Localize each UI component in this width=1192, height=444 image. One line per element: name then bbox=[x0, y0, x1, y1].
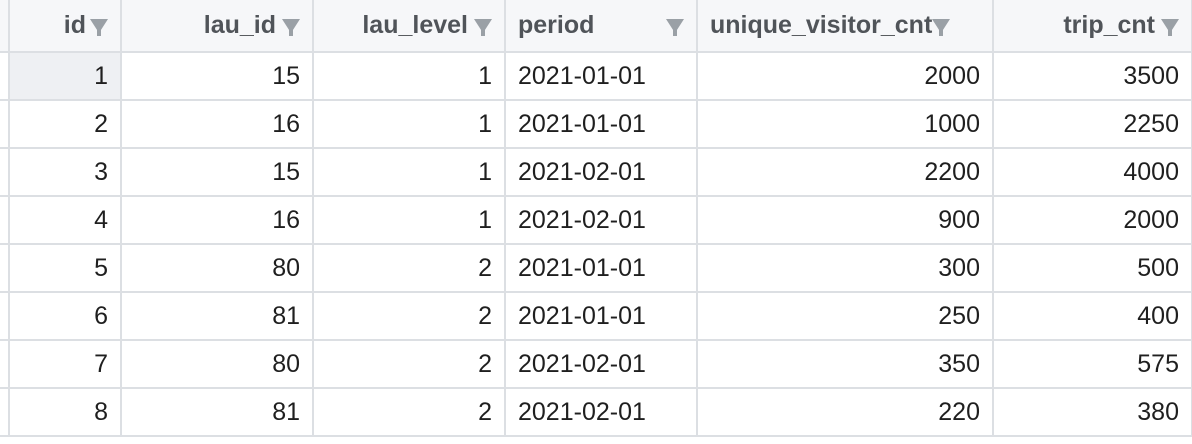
row-gutter[interactable] bbox=[0, 51, 10, 101]
filter-funnel-icon[interactable] bbox=[282, 18, 300, 36]
cell-trip-cnt[interactable]: 500 bbox=[992, 243, 1192, 293]
column-label-unique-visitor-cnt: unique_visitor_cnt bbox=[710, 11, 933, 39]
cell-lau-level[interactable]: 2 bbox=[312, 291, 506, 341]
cell-id[interactable]: 2 bbox=[8, 99, 122, 149]
column-label-trip-cnt: trip_cnt bbox=[1063, 11, 1155, 39]
cell-trip-cnt[interactable]: 4000 bbox=[992, 147, 1192, 197]
cell-unique-visitor-cnt[interactable]: 250 bbox=[696, 291, 994, 341]
cell-period[interactable]: 2021-01-01 bbox=[504, 99, 698, 149]
filter-funnel-icon[interactable] bbox=[1161, 18, 1179, 36]
cell-trip-cnt[interactable]: 380 bbox=[992, 387, 1192, 437]
cell-unique-visitor-cnt[interactable]: 1000 bbox=[696, 99, 994, 149]
cell-period[interactable]: 2021-01-01 bbox=[504, 243, 698, 293]
table-row[interactable]: 4 16 1 2021-02-01 900 2000 bbox=[0, 195, 1192, 245]
row-gutter[interactable] bbox=[0, 99, 10, 149]
cell-lau-id[interactable]: 81 bbox=[120, 291, 314, 341]
table-body: 1 15 1 2021-01-01 2000 3500 2 16 1 2021-… bbox=[0, 51, 1192, 437]
filter-funnel-icon[interactable] bbox=[932, 18, 951, 36]
column-header-lau-id[interactable]: lau_id bbox=[120, 0, 314, 53]
table-row[interactable]: 3 15 1 2021-02-01 2200 4000 bbox=[0, 147, 1192, 197]
column-label-period: period bbox=[518, 11, 595, 39]
cell-lau-level[interactable]: 2 bbox=[312, 387, 506, 437]
cell-lau-id[interactable]: 81 bbox=[120, 387, 314, 437]
column-header-period[interactable]: period bbox=[504, 0, 698, 53]
cell-unique-visitor-cnt[interactable]: 900 bbox=[696, 195, 994, 245]
cell-period[interactable]: 2021-02-01 bbox=[504, 339, 698, 389]
cell-unique-visitor-cnt[interactable]: 350 bbox=[696, 339, 994, 389]
cell-lau-level[interactable]: 1 bbox=[312, 147, 506, 197]
cell-trip-cnt[interactable]: 575 bbox=[992, 339, 1192, 389]
cell-trip-cnt[interactable]: 400 bbox=[992, 291, 1192, 341]
cell-id[interactable]: 7 bbox=[8, 339, 122, 389]
column-header-trip-cnt[interactable]: trip_cnt bbox=[992, 0, 1192, 53]
cell-lau-id[interactable]: 16 bbox=[120, 99, 314, 149]
cell-unique-visitor-cnt[interactable]: 2200 bbox=[696, 147, 994, 197]
data-grid: id lau_id lau_level period unique_visito… bbox=[0, 0, 1192, 444]
cell-id[interactable]: 3 bbox=[8, 147, 122, 197]
cell-lau-id[interactable]: 16 bbox=[120, 195, 314, 245]
column-label-id: id bbox=[63, 11, 86, 39]
table-row[interactable]: 1 15 1 2021-01-01 2000 3500 bbox=[0, 51, 1192, 101]
filter-funnel-icon[interactable] bbox=[474, 18, 492, 36]
row-gutter[interactable] bbox=[0, 147, 10, 197]
column-label-lau-level: lau_level bbox=[362, 11, 468, 39]
cell-lau-level[interactable]: 1 bbox=[312, 99, 506, 149]
table-row[interactable]: 8 81 2 2021-02-01 220 380 bbox=[0, 387, 1192, 437]
cell-id[interactable]: 6 bbox=[8, 291, 122, 341]
cell-lau-id[interactable]: 80 bbox=[120, 243, 314, 293]
cell-trip-cnt[interactable]: 2250 bbox=[992, 99, 1192, 149]
cell-lau-id[interactable]: 80 bbox=[120, 339, 314, 389]
cell-trip-cnt[interactable]: 2000 bbox=[992, 195, 1192, 245]
cell-id[interactable]: 5 bbox=[8, 243, 122, 293]
row-gutter[interactable] bbox=[0, 387, 10, 437]
cell-unique-visitor-cnt[interactable]: 2000 bbox=[696, 51, 994, 101]
column-header-lau-level[interactable]: lau_level bbox=[312, 0, 506, 53]
row-gutter[interactable] bbox=[0, 339, 10, 389]
cell-period[interactable]: 2021-02-01 bbox=[504, 387, 698, 437]
table-row[interactable]: 2 16 1 2021-01-01 1000 2250 bbox=[0, 99, 1192, 149]
cell-period[interactable]: 2021-01-01 bbox=[504, 291, 698, 341]
table-row[interactable]: 5 80 2 2021-01-01 300 500 bbox=[0, 243, 1192, 293]
row-gutter-header bbox=[0, 0, 10, 53]
header-row: id lau_id lau_level period unique_visito… bbox=[0, 0, 1192, 53]
column-header-unique-visitor-cnt[interactable]: unique_visitor_cnt bbox=[696, 0, 994, 53]
results-table: id lau_id lau_level period unique_visito… bbox=[0, 0, 1192, 437]
table-row[interactable]: 6 81 2 2021-01-01 250 400 bbox=[0, 291, 1192, 341]
cell-lau-level[interactable]: 2 bbox=[312, 339, 506, 389]
cell-id[interactable]: 8 bbox=[8, 387, 122, 437]
cell-unique-visitor-cnt[interactable]: 220 bbox=[696, 387, 994, 437]
cell-period[interactable]: 2021-01-01 bbox=[504, 51, 698, 101]
table-row[interactable]: 7 80 2 2021-02-01 350 575 bbox=[0, 339, 1192, 389]
cell-id[interactable]: 1 bbox=[8, 51, 122, 101]
cell-trip-cnt[interactable]: 3500 bbox=[992, 51, 1192, 101]
cell-lau-id[interactable]: 15 bbox=[120, 147, 314, 197]
cell-id[interactable]: 4 bbox=[8, 195, 122, 245]
row-gutter[interactable] bbox=[0, 243, 10, 293]
cell-lau-id[interactable]: 15 bbox=[120, 51, 314, 101]
cell-lau-level[interactable]: 1 bbox=[312, 51, 506, 101]
column-header-id[interactable]: id bbox=[8, 0, 122, 53]
cell-lau-level[interactable]: 1 bbox=[312, 195, 506, 245]
column-label-lau-id: lau_id bbox=[203, 11, 276, 39]
filter-funnel-icon[interactable] bbox=[90, 18, 108, 36]
cell-lau-level[interactable]: 2 bbox=[312, 243, 506, 293]
cell-unique-visitor-cnt[interactable]: 300 bbox=[696, 243, 994, 293]
cell-period[interactable]: 2021-02-01 bbox=[504, 147, 698, 197]
row-gutter[interactable] bbox=[0, 291, 10, 341]
filter-funnel-icon[interactable] bbox=[666, 18, 684, 36]
row-gutter[interactable] bbox=[0, 195, 10, 245]
cell-period[interactable]: 2021-02-01 bbox=[504, 195, 698, 245]
